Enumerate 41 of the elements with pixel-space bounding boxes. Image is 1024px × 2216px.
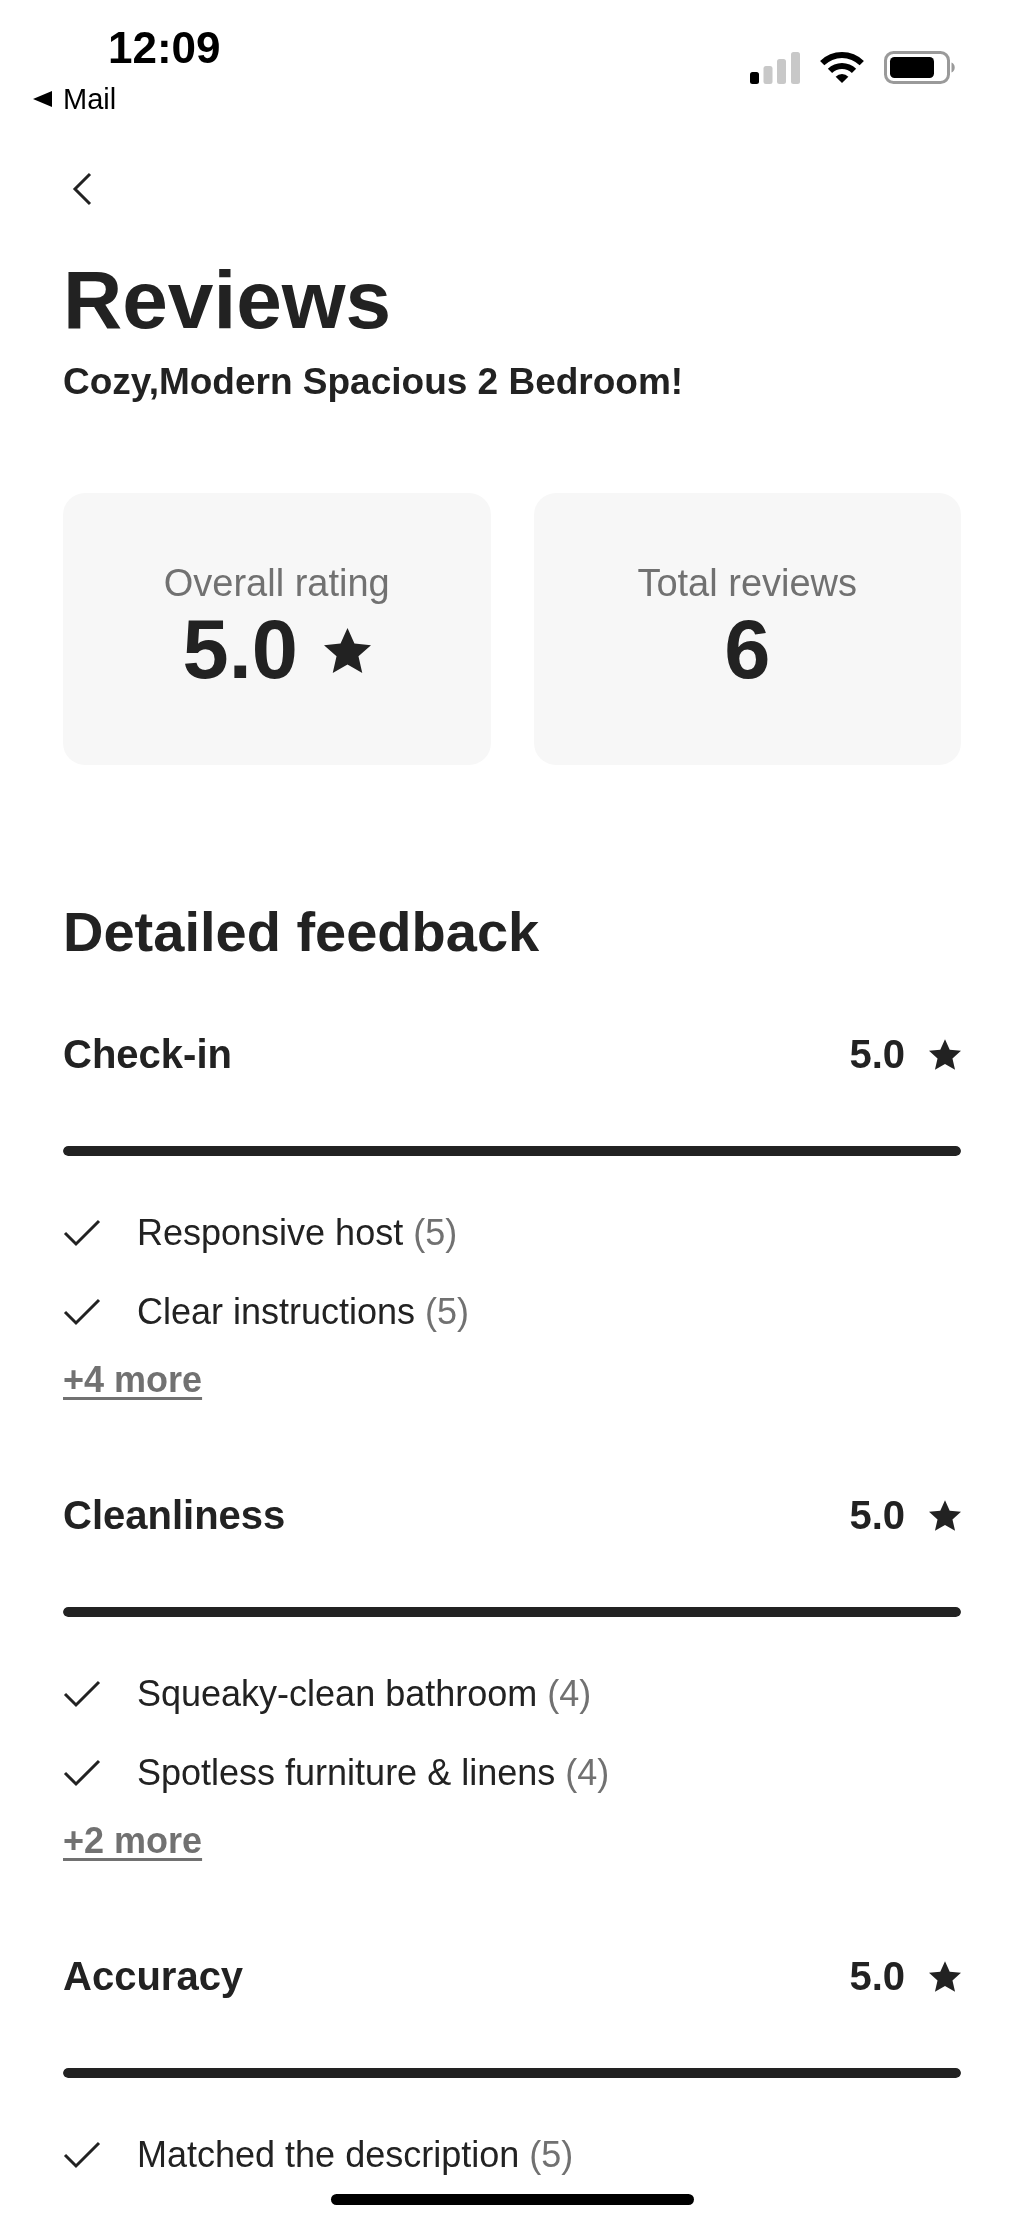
listing-title: Cozy,Modern Spacious 2 Bedroom! <box>63 360 685 404</box>
battery-icon <box>884 51 956 84</box>
checkmark-icon <box>63 1680 101 1708</box>
checkmark-icon <box>63 1298 101 1326</box>
section-heading: Detailed feedback <box>63 899 541 965</box>
chevron-left-icon <box>72 171 92 206</box>
card-label: Total reviews <box>637 561 858 605</box>
highlight-label: Squeaky-clean bathroom <box>137 1673 538 1715</box>
highlight-count: (5) <box>529 2134 574 2176</box>
category-name: Check-in <box>63 1031 232 1078</box>
triangle-left-icon <box>33 91 52 107</box>
status-time: 12:09 <box>108 26 221 70</box>
card-value: 6 <box>724 608 771 692</box>
show-more-link[interactable]: +4 more <box>63 1360 203 1400</box>
category-rating: 5.0 <box>849 1031 905 1078</box>
highlight-count: (5) <box>425 1291 470 1333</box>
star-icon <box>929 1038 961 1070</box>
category-rating: 5.0 <box>849 1492 905 1539</box>
signal-icon <box>750 51 800 84</box>
checkmark-icon <box>63 1759 101 1787</box>
highlight-count: (5) <box>413 1212 458 1254</box>
card-label: Overall rating <box>163 561 390 605</box>
star-icon <box>929 1499 961 1531</box>
highlight-label: Spotless furniture & linens <box>137 1752 556 1794</box>
category-name: Cleanliness <box>63 1492 286 1539</box>
card-value: 5.0 <box>182 608 298 692</box>
checkmark-icon <box>63 2141 101 2169</box>
category-rating: 5.0 <box>849 1953 905 2000</box>
star-icon <box>323 627 371 673</box>
highlight-count: (4) <box>547 1673 592 1715</box>
page-title: Reviews <box>63 255 393 345</box>
show-more-link[interactable]: +2 more <box>63 1821 203 1861</box>
highlight-count: (4) <box>565 1752 610 1794</box>
category-name: Accuracy <box>63 1953 244 2000</box>
highlight-label: Clear instructions <box>137 1291 416 1333</box>
wifi-icon <box>820 52 864 83</box>
highlight-label: Matched the description <box>137 2134 520 2176</box>
checkmark-icon <box>63 1219 101 1247</box>
star-icon <box>929 1960 961 1992</box>
back-to-app-link[interactable]: Mail <box>33 82 117 116</box>
highlight-label: Responsive host <box>137 1212 404 1254</box>
